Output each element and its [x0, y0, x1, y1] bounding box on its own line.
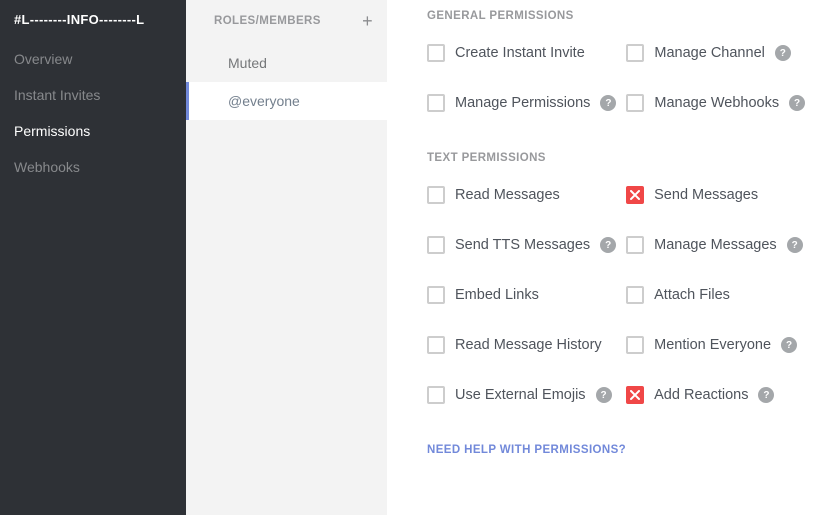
permission-toggle[interactable]: [427, 286, 445, 304]
general-permissions-heading: GENERAL PERMISSIONS: [427, 10, 790, 22]
permission-toggle[interactable]: [626, 44, 644, 62]
permission-toggle[interactable]: [626, 94, 644, 112]
permission-row: Read Message History: [427, 336, 616, 354]
permissions-panel: GENERAL PERMISSIONS Create Instant Invit…: [387, 0, 818, 515]
permission-row: Mention Everyone?: [626, 336, 803, 354]
help-icon[interactable]: ?: [781, 337, 797, 353]
help-icon[interactable]: ?: [789, 95, 805, 111]
help-icon[interactable]: ?: [775, 45, 791, 61]
permission-label: Manage Webhooks: [654, 95, 779, 111]
help-icon[interactable]: ?: [596, 387, 612, 403]
help-icon[interactable]: ?: [758, 387, 774, 403]
permission-row: Send Messages: [626, 186, 803, 204]
channel-settings-sidebar: #L--------INFO--------L OverviewInstant …: [0, 0, 186, 515]
permission-toggle[interactable]: [427, 386, 445, 404]
permissions-help-link[interactable]: NEED HELP WITH PERMISSIONS?: [427, 444, 790, 470]
permission-toggle[interactable]: [626, 336, 644, 354]
permission-label: Attach Files: [654, 287, 730, 303]
permission-row: Embed Links: [427, 286, 616, 304]
permission-label: Send Messages: [654, 187, 758, 203]
help-icon[interactable]: ?: [600, 237, 616, 253]
permission-toggle[interactable]: [626, 286, 644, 304]
permission-label: Manage Channel: [654, 45, 764, 61]
permission-toggle[interactable]: [427, 336, 445, 354]
permission-label: Add Reactions: [654, 387, 748, 403]
permission-label: Manage Messages: [654, 237, 777, 253]
permission-label: Manage Permissions: [455, 95, 590, 111]
permission-toggle[interactable]: [427, 44, 445, 62]
permission-label: Read Messages: [455, 187, 560, 203]
permission-label: Read Message History: [455, 337, 602, 353]
help-icon[interactable]: ?: [600, 95, 616, 111]
permission-row: Read Messages: [427, 186, 616, 204]
permission-label: Embed Links: [455, 287, 539, 303]
roles-column: ROLES/MEMBERS + Muted@everyone: [186, 0, 387, 515]
permission-row: Attach Files: [626, 286, 803, 304]
permission-toggle[interactable]: [427, 186, 445, 204]
text-permissions-heading: TEXT PERMISSIONS: [427, 152, 790, 164]
sidebar-item-permissions[interactable]: Permissions: [0, 113, 186, 149]
permission-row: Manage Permissions?: [427, 94, 616, 112]
sidebar-item-webhooks[interactable]: Webhooks: [0, 149, 186, 185]
permission-toggle[interactable]: [427, 236, 445, 254]
roles-heading: ROLES/MEMBERS: [214, 15, 321, 27]
permission-toggle[interactable]: [626, 186, 644, 204]
help-icon[interactable]: ?: [787, 237, 803, 253]
permission-row: Use External Emojis?: [427, 386, 616, 404]
permission-label: Use External Emojis: [455, 387, 586, 403]
sidebar-item-overview[interactable]: Overview: [0, 41, 186, 77]
permission-toggle[interactable]: [626, 386, 644, 404]
channel-name: #L--------INFO--------L: [0, 12, 186, 41]
permission-label: Create Instant Invite: [455, 45, 585, 61]
permission-toggle[interactable]: [427, 94, 445, 112]
permission-row: Add Reactions?: [626, 386, 803, 404]
permission-row: Manage Channel?: [626, 44, 805, 62]
permission-toggle[interactable]: [626, 236, 644, 254]
role-item[interactable]: @everyone: [186, 82, 387, 120]
sidebar-item-instant-invites[interactable]: Instant Invites: [0, 77, 186, 113]
permission-row: Manage Webhooks?: [626, 94, 805, 112]
role-item[interactable]: Muted: [186, 44, 387, 82]
permission-label: Mention Everyone: [654, 337, 771, 353]
permission-row: Manage Messages?: [626, 236, 803, 254]
permission-row: Create Instant Invite: [427, 44, 616, 62]
add-role-button[interactable]: +: [362, 12, 373, 30]
permission-row: Send TTS Messages?: [427, 236, 616, 254]
permission-label: Send TTS Messages: [455, 237, 590, 253]
